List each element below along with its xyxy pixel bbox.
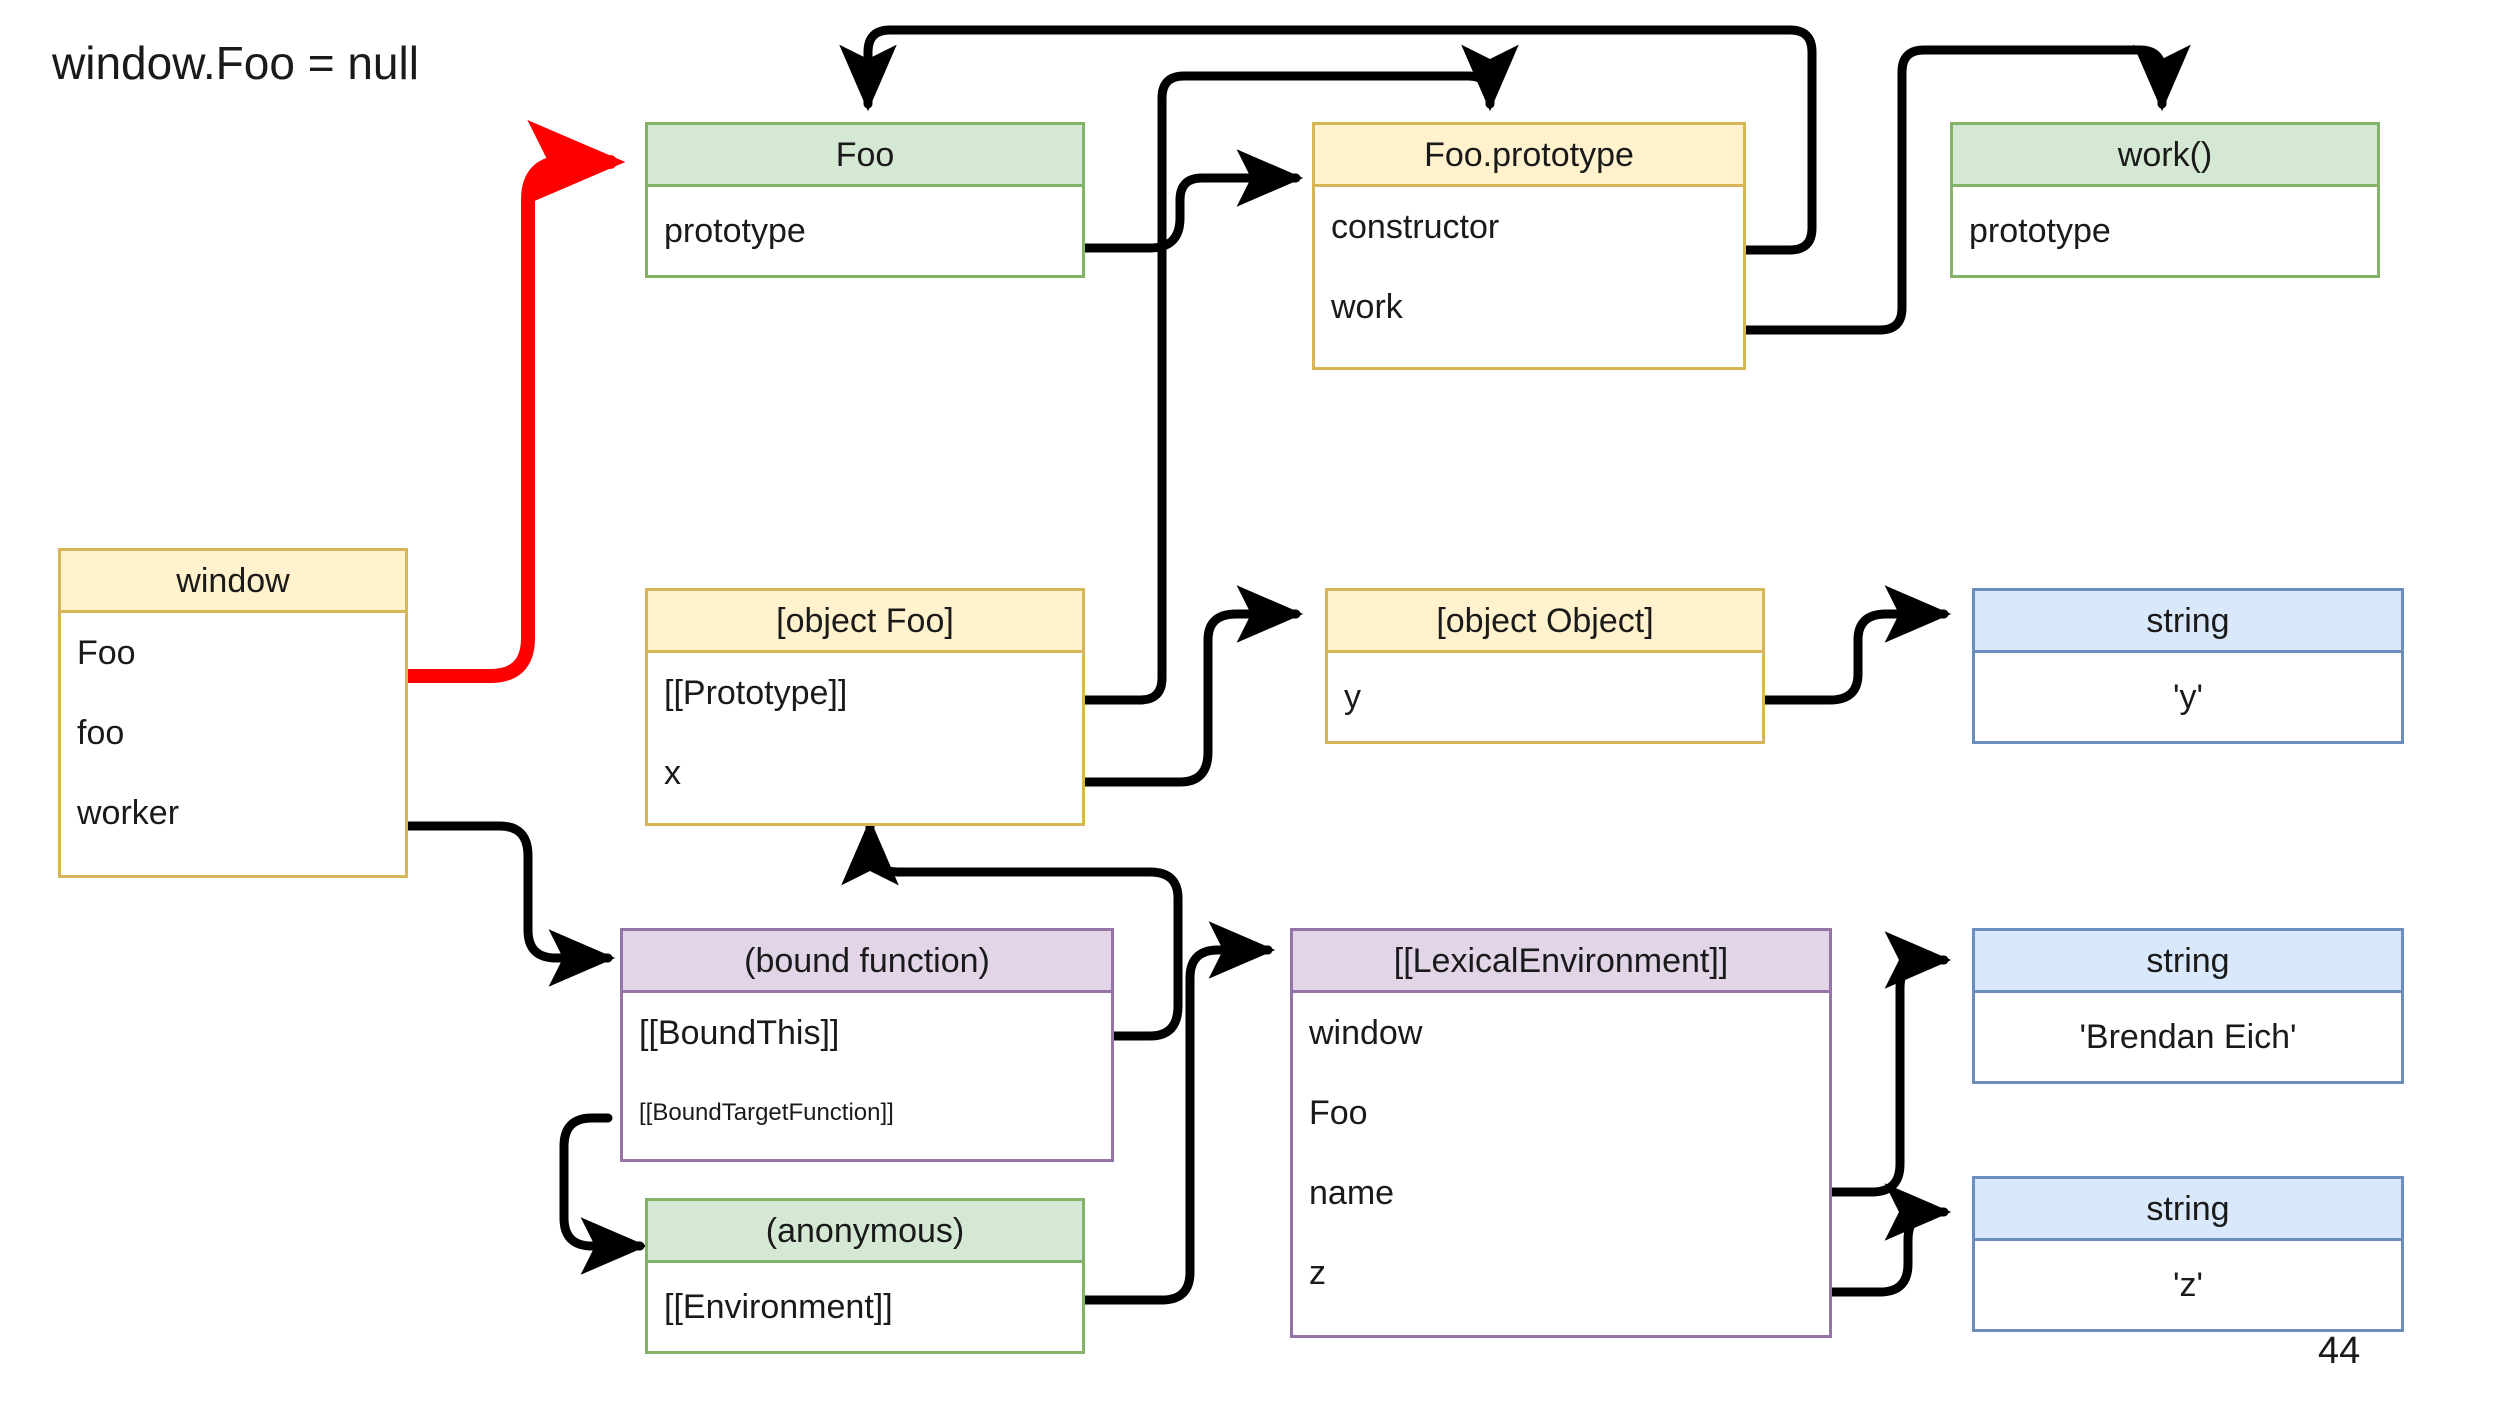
field-foo-prototype[interactable]: prototype bbox=[648, 187, 1082, 275]
edge-window-foo-to-foo-highlight bbox=[401, 120, 626, 683]
field-window-foo-class[interactable]: Foo bbox=[61, 613, 405, 693]
node-string-y-title: string bbox=[1975, 591, 2401, 653]
node-bound-function[interactable]: (bound function) [[BoundThis]] [[BoundTa… bbox=[620, 928, 1114, 1162]
node-object-foo-fields: [[Prototype]] x bbox=[648, 653, 1082, 813]
node-string-brendan-fields: 'Brendan Eich' bbox=[1975, 993, 2401, 1081]
edge-lexenv-z-to-string-z bbox=[1827, 1183, 1952, 1297]
node-object-foo-title: [object Foo] bbox=[648, 591, 1082, 653]
field-object-foo-prototype[interactable]: [[Prototype]] bbox=[648, 653, 1082, 733]
slide-caption: window.Foo = null bbox=[52, 37, 419, 89]
field-anonymous-environment[interactable]: [[Environment]] bbox=[648, 1263, 1082, 1351]
field-lexenv-window[interactable]: window bbox=[1293, 993, 1829, 1073]
node-lexical-environment[interactable]: [[LexicalEnvironment]] window Foo name z bbox=[1290, 928, 1832, 1338]
node-anonymous-title: (anonymous) bbox=[648, 1201, 1082, 1263]
edge-object-foo-x-to-object-object bbox=[1080, 585, 1304, 787]
node-lexical-environment-title: [[LexicalEnvironment]] bbox=[1293, 931, 1829, 993]
field-lexenv-z[interactable]: z bbox=[1293, 1233, 1829, 1313]
node-string-z-fields: 'z' bbox=[1975, 1241, 2401, 1329]
edge-object-object-y-to-string-y bbox=[1760, 585, 1952, 705]
edge-window-worker-to-bound-function bbox=[403, 821, 616, 987]
node-window-title: window bbox=[61, 551, 405, 613]
field-bound-target-function[interactable]: [[BoundTargetFunction]] bbox=[623, 1073, 1111, 1153]
field-string-brendan-value: 'Brendan Eich' bbox=[2079, 1017, 2297, 1056]
page-number: 44 bbox=[2318, 1330, 2361, 1372]
node-window[interactable]: window Foo foo worker bbox=[58, 548, 408, 878]
node-foo-prototype-fields: constructor work bbox=[1315, 187, 1743, 347]
node-anonymous-fields: [[Environment]] bbox=[648, 1263, 1082, 1351]
node-object-foo[interactable]: [object Foo] [[Prototype]] x bbox=[645, 588, 1085, 826]
field-work-prototype[interactable]: prototype bbox=[1953, 187, 2377, 275]
field-foo-prototype-work[interactable]: work bbox=[1315, 267, 1743, 347]
node-work[interactable]: work() prototype bbox=[1950, 122, 2380, 278]
node-bound-function-title: (bound function) bbox=[623, 931, 1111, 993]
field-lexenv-name[interactable]: name bbox=[1293, 1153, 1829, 1233]
edge-lexenv-name-to-string-brendan bbox=[1827, 931, 1952, 1197]
field-foo-prototype-constructor[interactable]: constructor bbox=[1315, 187, 1743, 267]
node-anonymous[interactable]: (anonymous) [[Environment]] bbox=[645, 1198, 1085, 1354]
slide-canvas: window.Foo = null Foo prototype Foo.prot… bbox=[0, 0, 2500, 1406]
field-bound-this[interactable]: [[BoundThis]] bbox=[623, 993, 1111, 1073]
node-foo-title: Foo bbox=[648, 125, 1082, 187]
field-lexenv-foo[interactable]: Foo bbox=[1293, 1073, 1829, 1153]
node-foo-prototype-title: Foo.prototype bbox=[1315, 125, 1743, 187]
node-lexical-environment-fields: window Foo name z bbox=[1293, 993, 1829, 1313]
node-bound-function-fields: [[BoundThis]] [[BoundTargetFunction]] bbox=[623, 993, 1111, 1153]
node-foo[interactable]: Foo prototype bbox=[645, 122, 1085, 278]
field-string-z-value: 'z' bbox=[2173, 1265, 2203, 1304]
edge-foo-prototype-field-to-foo-prototype bbox=[1080, 149, 1304, 253]
field-window-foo-instance[interactable]: foo bbox=[61, 693, 405, 773]
node-object-object-fields: y bbox=[1328, 653, 1762, 741]
field-object-foo-x[interactable]: x bbox=[648, 733, 1082, 813]
node-work-title: work() bbox=[1953, 125, 2377, 187]
node-object-object-title: [object Object] bbox=[1328, 591, 1762, 653]
node-object-object[interactable]: [object Object] y bbox=[1325, 588, 1765, 744]
field-window-worker[interactable]: worker bbox=[61, 773, 405, 853]
node-work-fields: prototype bbox=[1953, 187, 2377, 275]
node-window-fields: Foo foo worker bbox=[61, 613, 405, 853]
node-string-y[interactable]: string 'y' bbox=[1972, 588, 2404, 744]
field-object-object-y[interactable]: y bbox=[1328, 653, 1762, 741]
node-string-brendan-eich[interactable]: string 'Brendan Eich' bbox=[1972, 928, 2404, 1084]
node-string-y-fields: 'y' bbox=[1975, 653, 2401, 741]
node-foo-prototype[interactable]: Foo.prototype constructor work bbox=[1312, 122, 1746, 370]
node-string-z[interactable]: string 'z' bbox=[1972, 1176, 2404, 1332]
node-foo-fields: prototype bbox=[648, 187, 1082, 275]
node-string-brendan-title: string bbox=[1975, 931, 2401, 993]
field-string-y-value: 'y' bbox=[2173, 677, 2203, 716]
node-string-z-title: string bbox=[1975, 1179, 2401, 1241]
